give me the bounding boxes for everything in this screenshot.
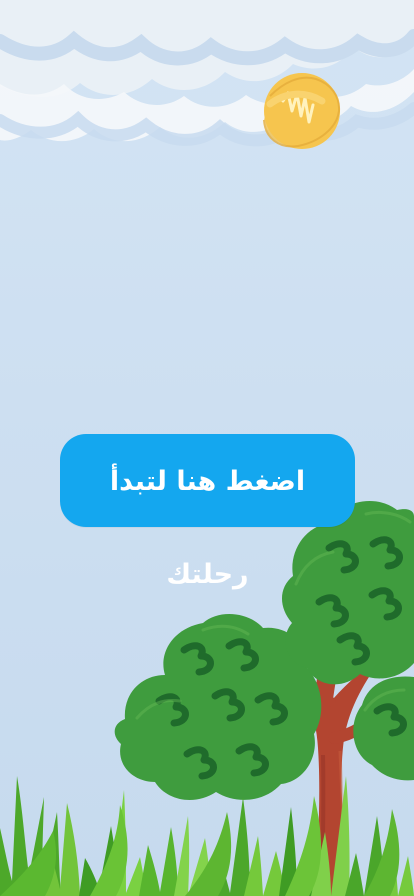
landing-scene: اضغط هنا لتبدأ رحلتك — [0, 0, 414, 896]
sun-icon — [263, 73, 341, 149]
tree-icon — [114, 501, 414, 896]
cloud-icon — [0, 0, 414, 147]
start-journey-button[interactable]: اضغط هنا لتبدأ رحلتك — [60, 434, 355, 590]
